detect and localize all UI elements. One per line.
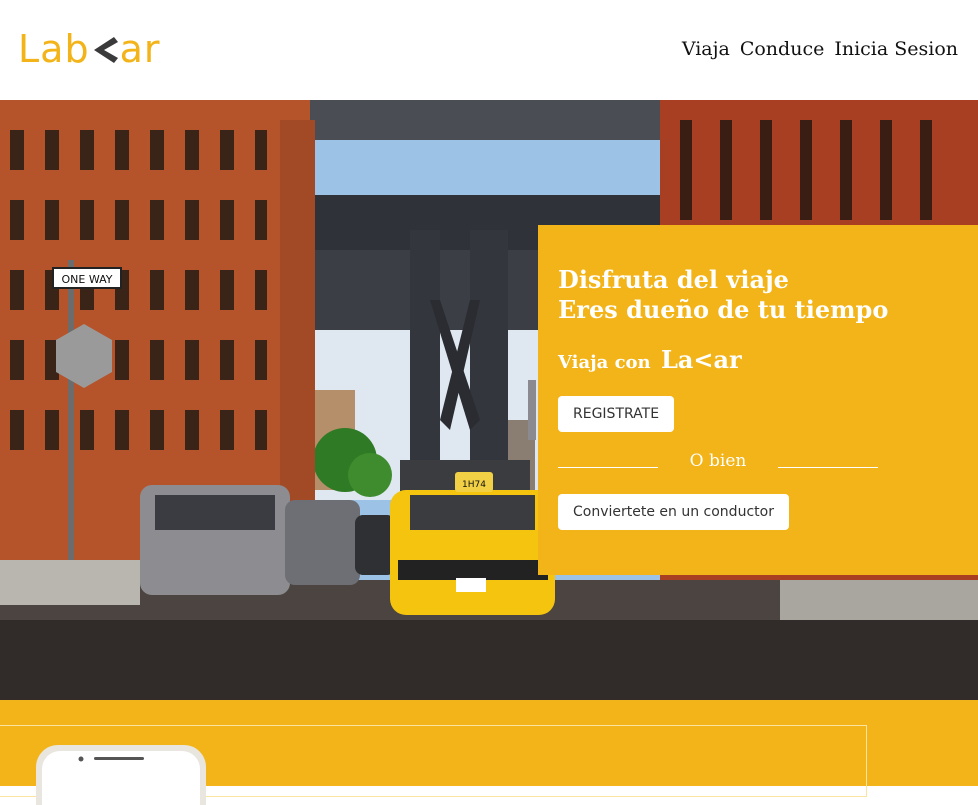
labcar-logo[interactable]: Lab ar [18,26,161,72]
site-header: Lab ar Viaja Conduce Inicia Sesion [0,0,978,100]
nav-link-conduce[interactable]: Conduce [740,38,825,60]
sub-brand: La<ar [660,345,742,374]
logo-text-left: Lab [18,27,90,71]
features-section [0,700,978,805]
headline-line-2: Eres dueño de tu tiempo [558,295,889,324]
promo-subheadline: Viaja con La<ar [558,345,742,374]
main-nav: Viaja Conduce Inicia Sesion [682,38,958,60]
or-text: O bien [689,451,747,471]
nav-link-viaja[interactable]: Viaja [682,38,730,60]
divider-line-right [778,467,878,468]
headline-line-1: Disfruta del viaje [558,265,789,294]
nav-link-inicia-sesion[interactable]: Inicia Sesion [834,38,958,60]
one-way-sign-text: ONE WAY [62,273,113,286]
chevron-left-icon [93,37,118,63]
logo-text-right: ar [119,27,161,71]
register-button[interactable]: REGISTRATE [558,396,675,432]
sub-prefix: Viaja con [558,352,651,373]
phone-illustration [36,745,206,805]
taxi-roof-text: 1H74 [462,480,486,490]
or-divider: O bien [558,451,878,475]
hero-section: ONE WAY 1H74 Disfruta del viaje Eres due… [0,100,978,700]
become-driver-button[interactable]: Conviertete en un conductor [558,494,789,530]
promo-headline: Disfruta del viaje Eres dueño de tu tiem… [558,265,888,325]
promo-card: Disfruta del viaje Eres dueño de tu tiem… [538,225,978,575]
